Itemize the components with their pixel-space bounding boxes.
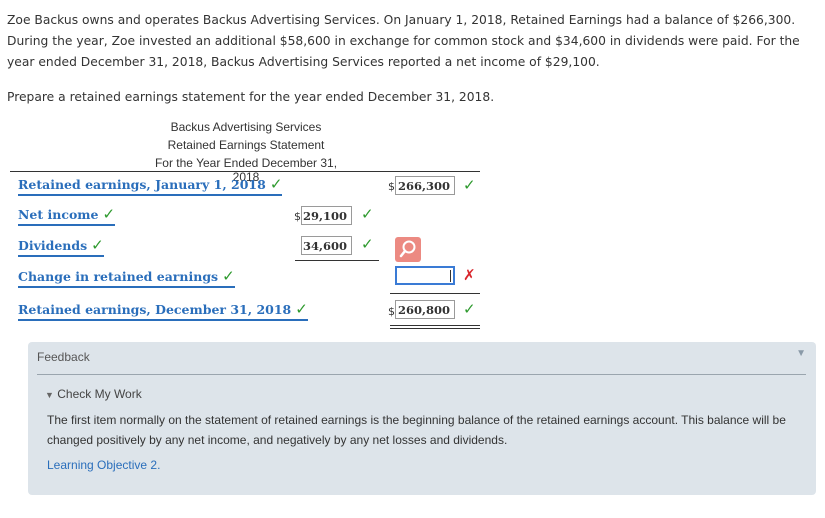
row-label-net-income[interactable]: Net income ✓: [18, 205, 116, 226]
total-rule: [390, 293, 480, 294]
double-rule-bottom: [390, 328, 480, 329]
text-caret: [450, 270, 451, 282]
problem-text: Zoe Backus owns and operates Backus Adve…: [7, 13, 800, 69]
feedback-panel: Feedback ▼ ▼ Check My Work The first ite…: [28, 342, 816, 495]
label-check-icon: ✓: [269, 175, 283, 193]
expand-arrow-icon: ▼: [45, 390, 54, 400]
net-income-input[interactable]: 29,100: [301, 206, 352, 225]
feedback-text: The first item normally on the statement…: [47, 413, 786, 447]
label-check-icon: ✓: [91, 236, 104, 254]
ending-re-check-icon: ✓: [463, 300, 476, 318]
change-in-re-x-icon: ✗: [463, 266, 476, 284]
subtotal-rule: [295, 260, 379, 261]
magnifier-icon[interactable]: [395, 237, 421, 262]
statement-title: Retained Earnings Statement: [167, 138, 325, 152]
dividends-check-icon: ✓: [361, 235, 374, 253]
header-rule: [10, 171, 480, 172]
beginning-re-input[interactable]: 266,300: [395, 176, 455, 195]
double-rule-top: [390, 325, 480, 326]
row-label-dividends[interactable]: Dividends ✓: [18, 236, 104, 257]
label-check-icon: ✓: [102, 205, 116, 223]
dollar-sign: $: [294, 210, 301, 223]
change-in-re-input[interactable]: [395, 266, 455, 285]
learning-objective-link[interactable]: Learning Objective 2.: [47, 458, 160, 472]
dollar-sign: $: [388, 305, 395, 318]
dividends-input[interactable]: 34,600: [301, 236, 352, 255]
dollar-sign: $: [388, 180, 395, 193]
check-my-work-toggle[interactable]: ▼ Check My Work: [45, 387, 142, 401]
ending-re-input[interactable]: 260,800: [395, 300, 455, 319]
label-check-icon: ✓: [222, 267, 235, 285]
feedback-divider: [37, 374, 806, 375]
row-label-beginning-re[interactable]: Retained earnings, January 1, 2018 ✓: [18, 175, 283, 196]
statement-company: Backus Advertising Services: [170, 120, 322, 134]
row-label-change-in-re[interactable]: Change in retained earnings ✓: [18, 267, 235, 288]
feedback-title[interactable]: Feedback: [37, 350, 90, 364]
label-check-icon: ✓: [295, 300, 308, 318]
beginning-re-check-icon: ✓: [463, 176, 476, 194]
collapse-arrow-icon[interactable]: ▼: [796, 348, 806, 359]
row-label-ending-re[interactable]: Retained earnings, December 31, 2018 ✓: [18, 300, 308, 321]
problem-prompt: Prepare a retained earnings statement fo…: [7, 90, 495, 104]
net-income-check-icon: ✓: [361, 205, 374, 223]
